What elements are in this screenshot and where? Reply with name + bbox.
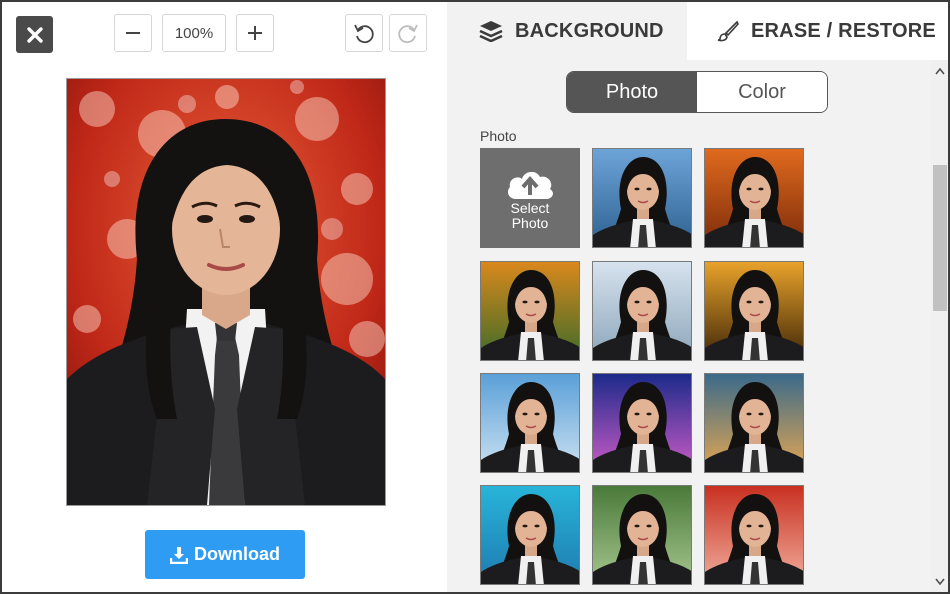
thumbnail-image — [481, 486, 579, 584]
minus-icon — [126, 32, 140, 34]
background-thumbnail-sunset-trees[interactable] — [704, 261, 804, 361]
background-thumbnail-colored-stripes[interactable] — [480, 261, 580, 361]
select-photo-button[interactable]: Select Photo — [480, 148, 580, 248]
select-photo-line2: Photo — [511, 215, 549, 231]
section-label: Photo — [480, 128, 517, 144]
toggle-photo[interactable]: Photo — [567, 72, 697, 112]
thumbnail-image — [593, 149, 691, 247]
thumbnail-image — [593, 486, 691, 584]
zoom-out-button[interactable] — [114, 14, 152, 52]
scroll-up-button[interactable] — [931, 62, 948, 79]
redo-icon — [398, 24, 418, 44]
undo-button[interactable] — [345, 14, 383, 52]
thumbnail-image — [705, 149, 803, 247]
portrait-image — [67, 79, 385, 505]
download-icon — [170, 546, 188, 564]
thumbnail-image — [593, 374, 691, 472]
scrollbar[interactable] — [931, 60, 948, 592]
close-icon — [26, 26, 43, 43]
download-label: Download — [194, 544, 280, 564]
background-thumbnail-bokeh-lights[interactable] — [704, 373, 804, 473]
plus-icon — [248, 26, 262, 40]
undo-icon — [354, 24, 374, 44]
background-thumbnail-autumn-forest[interactable] — [704, 148, 804, 248]
settings-pane: BACKGROUND ERASE / RESTORE Photo Color P… — [447, 2, 948, 592]
brush-icon — [717, 20, 739, 42]
background-thumbnail-winter-trees[interactable] — [592, 261, 692, 361]
history-controls — [345, 14, 427, 52]
thumbnail-image — [593, 262, 691, 360]
cloud-upload-icon — [508, 171, 553, 199]
tab-bar: BACKGROUND ERASE / RESTORE — [447, 2, 948, 60]
thumbnail-image — [481, 262, 579, 360]
close-button[interactable] — [16, 16, 53, 53]
background-thumbnail-green-forest[interactable] — [592, 485, 692, 585]
tab-erase-restore[interactable]: ERASE / RESTORE — [687, 2, 948, 60]
scrollbar-thumb[interactable] — [933, 165, 947, 311]
background-thumbnail-red-bokeh[interactable] — [704, 485, 804, 585]
background-type-toggle: Photo Color — [566, 71, 828, 113]
zoom-in-button[interactable] — [236, 14, 274, 52]
redo-button[interactable] — [389, 14, 427, 52]
tab-background[interactable]: BACKGROUND — [447, 2, 687, 60]
scroll-down-button[interactable] — [931, 573, 948, 590]
download-button[interactable]: Download — [145, 530, 305, 579]
preview-pane: 100% Download — [2, 2, 447, 592]
chevron-up-icon — [934, 67, 945, 74]
photo-preview — [66, 78, 386, 506]
toggle-color[interactable]: Color — [697, 72, 827, 112]
tab-background-label: BACKGROUND — [515, 19, 664, 42]
thumbnail-image — [481, 374, 579, 472]
editor-window: 100% Download BACKGROUND ERASE / RESTORE… — [0, 0, 950, 594]
tab-erase-label: ERASE / RESTORE — [751, 19, 936, 42]
thumbnail-image — [705, 262, 803, 360]
background-thumbnail-beach-sky[interactable] — [480, 373, 580, 473]
select-photo-line1: Select — [510, 200, 550, 216]
background-thumbnail-ocean-pier[interactable] — [480, 485, 580, 585]
zoom-toolbar: 100% — [114, 14, 274, 52]
background-thumbnail-mountain-lake[interactable] — [592, 148, 692, 248]
thumbnail-image — [705, 374, 803, 472]
chevron-down-icon — [934, 578, 945, 585]
layers-icon — [479, 21, 503, 42]
background-thumbnail-night-city[interactable] — [592, 373, 692, 473]
zoom-level: 100% — [162, 14, 226, 52]
thumbnail-image — [705, 486, 803, 584]
